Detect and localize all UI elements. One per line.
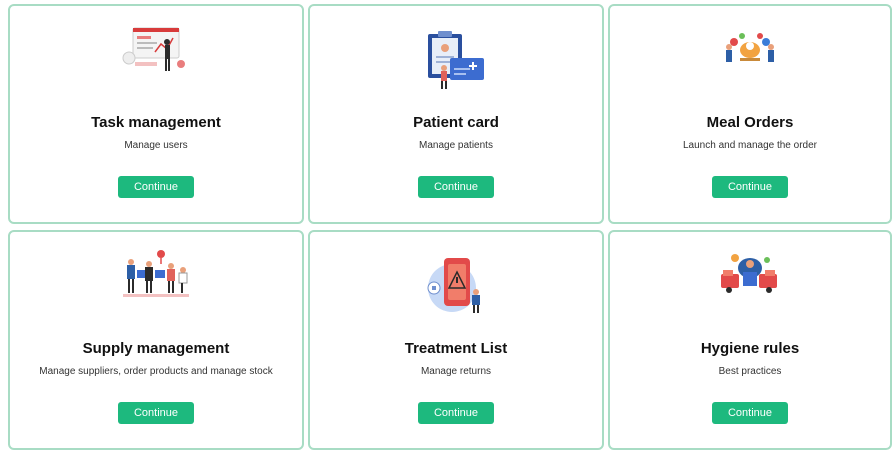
card-title: Patient card — [413, 114, 499, 131]
card-title: Meal Orders — [706, 114, 794, 131]
task-management-illustration — [122, 27, 185, 71]
meal-orders-illustration — [726, 33, 774, 62]
card-subtitle: Manage suppliers, order products and man… — [39, 366, 273, 377]
card-subtitle: Manage patients — [419, 140, 493, 151]
card-subtitle: Manage users — [124, 140, 188, 151]
card-treatment-list: Treatment List Manage returns Continue — [308, 230, 604, 450]
supply-management-illustration — [123, 250, 189, 297]
card-subtitle: Manage returns — [420, 366, 492, 377]
continue-button[interactable]: Continue — [712, 402, 788, 424]
card-task-management: Task management Manage users Continue — [8, 4, 304, 224]
card-subtitle: Best practices — [718, 366, 782, 377]
card-hygiene-rules: Hygiene rules Best practices Continue — [608, 230, 892, 450]
continue-button[interactable]: Continue — [418, 176, 494, 198]
continue-button[interactable]: Continue — [118, 176, 194, 198]
card-patient-card: Patient card Manage patients Continue — [308, 4, 604, 224]
card-supply-management: Supply management Manage suppliers, orde… — [8, 230, 304, 450]
card-title: Task management — [91, 114, 221, 131]
treatment-list-illustration — [427, 258, 480, 313]
card-title: Treatment List — [404, 340, 508, 357]
continue-button[interactable]: Continue — [418, 402, 494, 424]
card-title: Supply management — [82, 340, 230, 357]
card-title: Hygiene rules — [700, 340, 800, 357]
patient-card-illustration — [428, 31, 484, 89]
card-subtitle: Launch and manage the order — [683, 140, 817, 151]
hygiene-rules-illustration — [721, 254, 777, 293]
continue-button[interactable]: Continue — [118, 402, 194, 424]
continue-button[interactable]: Continue — [712, 176, 788, 198]
card-meal-orders: Meal Orders Launch and manage the order … — [608, 4, 892, 224]
